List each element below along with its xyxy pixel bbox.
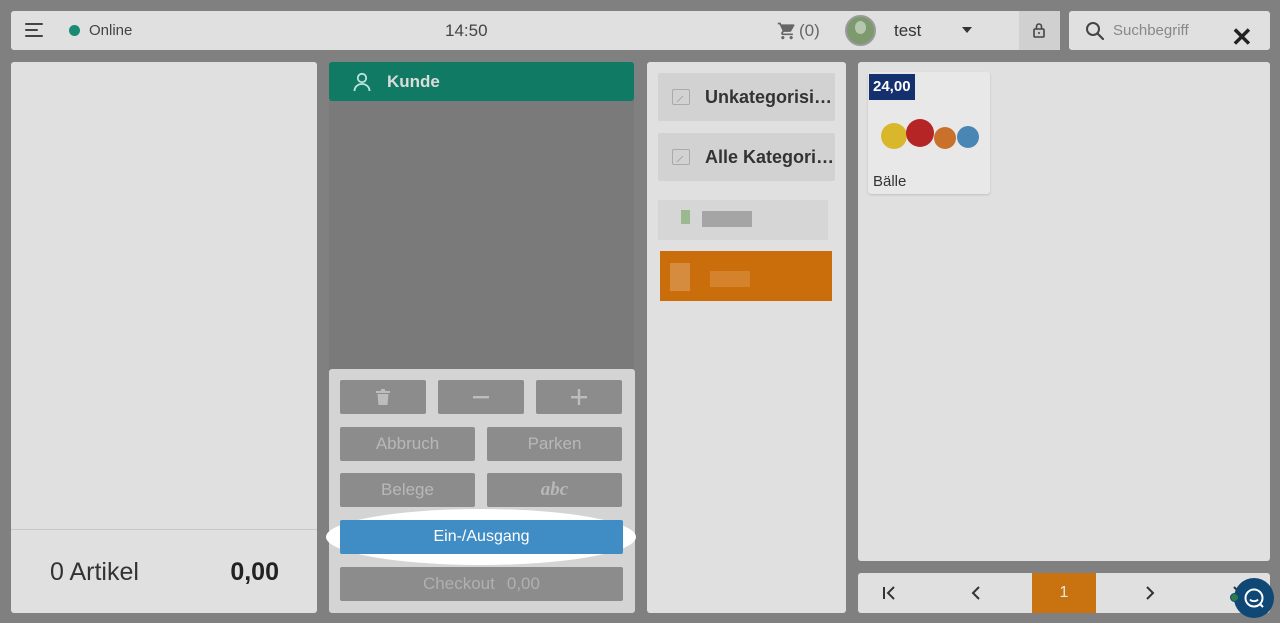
search-icon: [1086, 22, 1105, 41]
category-item-blurred[interactable]: [658, 200, 828, 240]
cart-total: 0,00: [230, 558, 279, 586]
lock-icon: [1033, 23, 1045, 38]
checkout-button[interactable]: Checkout 0,00: [340, 567, 623, 601]
next-page-button[interactable]: [1118, 573, 1182, 613]
top-bar: Online 14:50 (0) test: [11, 11, 1060, 50]
cart-summary: 0 Artikel 0,00: [11, 529, 317, 613]
checkout-label: Checkout: [423, 574, 495, 593]
product-card[interactable]: 24,00 Bälle: [868, 72, 990, 194]
lock-button[interactable]: [1019, 11, 1060, 50]
search-input[interactable]: [1113, 11, 1223, 50]
product-name: Bälle: [873, 173, 907, 190]
product-image: [881, 119, 979, 149]
cash-in-out-button[interactable]: Ein-/Ausgang: [340, 520, 623, 554]
prev-page-button[interactable]: [944, 573, 1008, 613]
receipts-button[interactable]: Belege: [340, 473, 475, 507]
chat-online-dot: [1230, 593, 1239, 602]
chevron-right-icon: [1146, 586, 1155, 600]
text-input-button[interactable]: abc: [487, 473, 622, 507]
chevron-down-icon[interactable]: [962, 27, 972, 33]
avatar[interactable]: [845, 15, 876, 46]
category-item-selected[interactable]: [660, 251, 832, 301]
clock: 14:50: [445, 21, 488, 40]
current-page[interactable]: 1: [1032, 573, 1096, 613]
cart-count: (0): [799, 21, 820, 40]
online-status-dot: [69, 25, 80, 36]
category-label: Unkategorisi…: [705, 87, 833, 107]
minus-icon: [473, 396, 489, 399]
first-page-button[interactable]: [858, 573, 922, 613]
chat-icon: [1244, 588, 1264, 608]
category-item[interactable]: Alle Kategori…: [658, 133, 835, 181]
cart-icon: [777, 22, 795, 40]
pagination: 1: [858, 573, 1270, 613]
first-page-icon: [883, 586, 895, 600]
close-icon[interactable]: ✕: [1231, 24, 1253, 50]
image-icon: [672, 149, 690, 165]
park-button[interactable]: Parken: [487, 427, 622, 461]
category-label: Alle Kategori…: [705, 147, 835, 167]
cart-panel: 0 Artikel 0,00: [11, 62, 317, 613]
categories-panel: Unkategorisi… Alle Kategori…: [647, 62, 846, 613]
delete-button[interactable]: [340, 380, 426, 414]
chevron-left-icon: [971, 586, 980, 600]
checkout-total: 0,00: [506, 574, 540, 593]
plus-icon: [571, 389, 587, 405]
image-icon: [672, 89, 690, 105]
increase-button[interactable]: [536, 380, 622, 414]
decrease-button[interactable]: [438, 380, 524, 414]
menu-icon[interactable]: [25, 23, 43, 37]
cancel-button[interactable]: Abbruch: [340, 427, 475, 461]
article-count: 0 Artikel: [50, 558, 139, 586]
user-icon: [353, 72, 371, 92]
online-status-label: Online: [89, 22, 133, 39]
user-name[interactable]: test: [894, 21, 921, 41]
chat-button[interactable]: [1234, 578, 1274, 618]
cart-button[interactable]: (0): [777, 21, 820, 41]
price-badge: 24,00: [869, 74, 915, 100]
customer-button[interactable]: Kunde: [329, 62, 634, 101]
customer-label: Kunde: [387, 72, 440, 91]
category-item[interactable]: Unkategorisi…: [658, 73, 835, 121]
trash-icon: [376, 389, 390, 405]
